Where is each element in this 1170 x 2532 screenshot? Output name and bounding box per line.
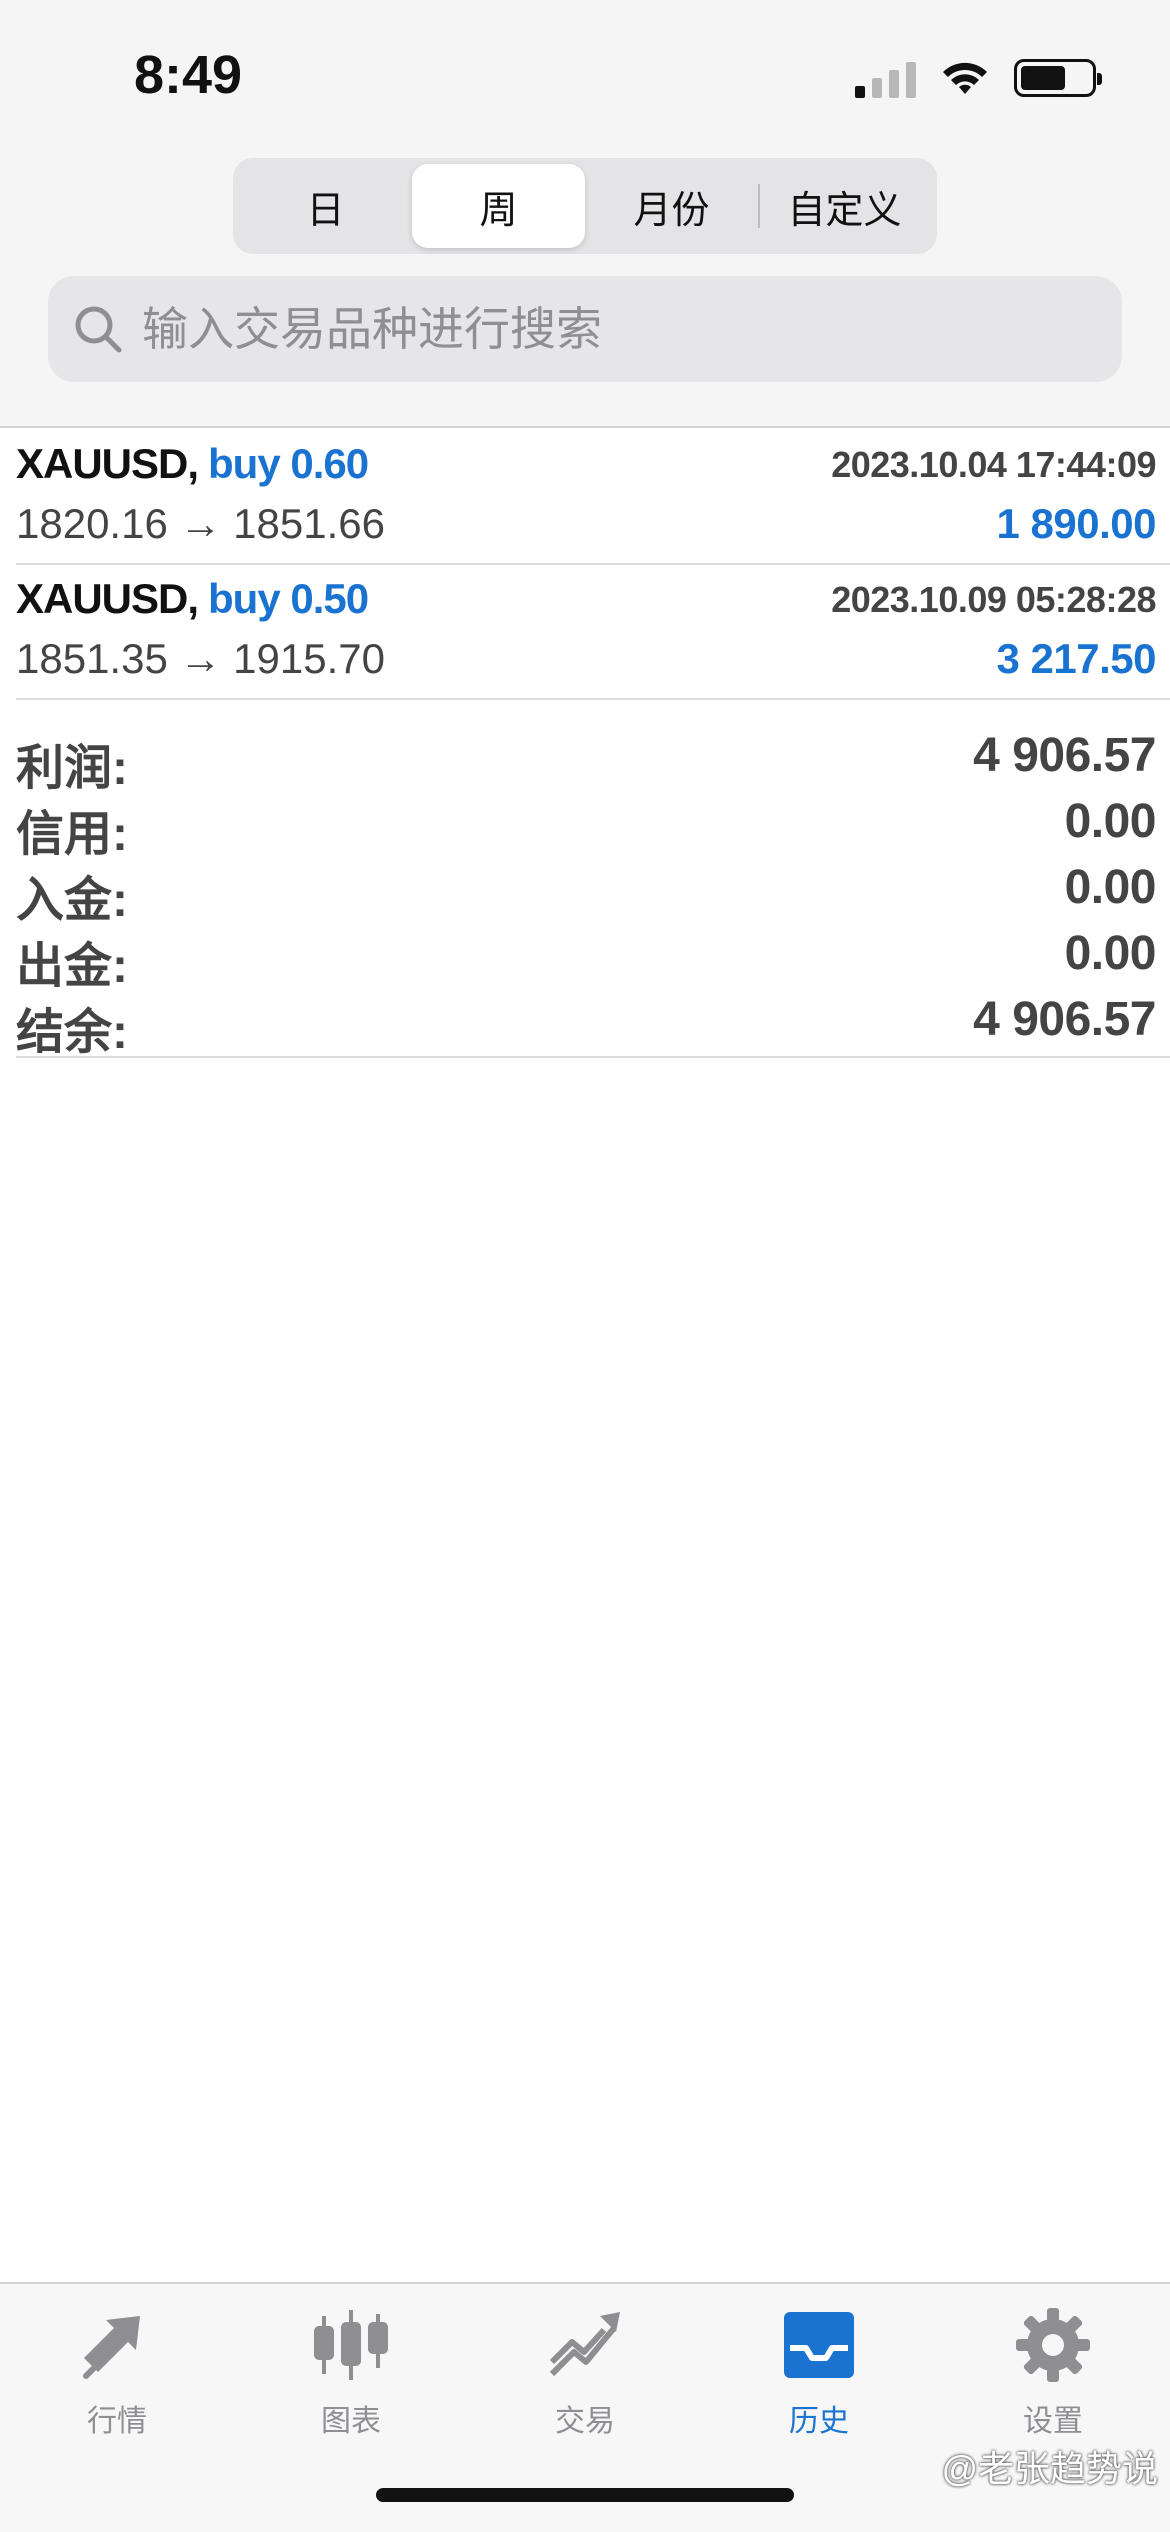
trade-chart-icon xyxy=(549,2312,620,2377)
home-indicator xyxy=(376,2488,794,2502)
search-bar xyxy=(48,276,1122,382)
period-segmented-control: 日 周 月份 自定义 xyxy=(233,158,937,254)
trade-profit: 3 217.50 xyxy=(996,635,1157,682)
tab-label: 交易 xyxy=(555,2405,615,2438)
summary-label: 结余: xyxy=(16,1006,128,1059)
candlestick-icon xyxy=(314,2310,388,2380)
trade-symbol-name: XAUUSD, xyxy=(16,575,199,622)
trade-prices: 1851.35 → 1915.70 xyxy=(16,635,385,682)
tab-settings[interactable]: 设置 xyxy=(936,2284,1170,2532)
tab-quotes[interactable]: 行情 xyxy=(0,2284,234,2532)
trade-symbol-name: XAUUSD, xyxy=(16,440,199,487)
battery-icon xyxy=(1014,59,1102,97)
trade-time: 2023.10.09 05:28:28 xyxy=(831,579,1156,620)
status-icons xyxy=(855,56,1102,100)
tab-label: 历史 xyxy=(789,2405,849,2438)
summary-value: 4 906.57 xyxy=(973,729,1156,782)
trade-side: buy 0.50 xyxy=(208,575,369,622)
tab-label: 设置 xyxy=(1023,2405,1083,2438)
trade-time: 2023.10.04 17:44:09 xyxy=(831,444,1156,485)
quotes-arrows-icon xyxy=(83,2316,140,2379)
summary-row-balance: 结余: 4 906.57 xyxy=(16,986,1170,1059)
trade-profit: 1 890.00 xyxy=(996,500,1157,547)
status-time: 8:49 xyxy=(134,45,243,105)
period-tab-custom[interactable]: 自定义 xyxy=(758,164,931,248)
summary-row-deposit: 入金: 0.00 xyxy=(16,854,1170,927)
trade-history-list: XAUUSD, buy 0.60 2023.10.04 17:44:09 1820… xyxy=(0,430,1170,700)
header-area: 8:49 日 周 月份 自定义 xyxy=(0,0,1170,428)
account-summary: 利润: 4 906.57 信用: 0.00 入金: 0.00 出金: 0.00 … xyxy=(16,714,1170,1059)
watermark: @老张趋势说 xyxy=(941,2448,1158,2489)
trade-symbol: XAUUSD, buy 0.60 xyxy=(16,440,369,488)
tab-label: 图表 xyxy=(321,2405,381,2438)
gear-icon xyxy=(1016,2308,1090,2382)
trade-prices: 1820.16 → 1851.66 xyxy=(16,500,385,547)
period-tab-month[interactable]: 月份 xyxy=(585,164,758,248)
summary-value: 0.00 xyxy=(1064,927,1157,980)
cellular-signal-icon xyxy=(855,58,916,98)
trade-symbol: XAUUSD, buy 0.50 xyxy=(16,575,369,623)
trade-row[interactable]: XAUUSD, buy 0.50 2023.10.09 05:28:28 1851… xyxy=(16,565,1170,700)
summary-row-profit: 利润: 4 906.57 xyxy=(16,722,1170,795)
summary-value: 4 906.57 xyxy=(973,993,1156,1046)
tab-label: 行情 xyxy=(87,2405,147,2438)
period-tab-day[interactable]: 日 xyxy=(239,164,412,248)
search-icon xyxy=(68,299,128,359)
period-tab-week[interactable]: 周 xyxy=(412,164,585,248)
search-input[interactable] xyxy=(142,302,1042,356)
trade-row[interactable]: XAUUSD, buy 0.60 2023.10.04 17:44:09 1820… xyxy=(16,430,1170,565)
summary-value: 0.00 xyxy=(1064,861,1157,914)
inbox-tray-icon xyxy=(784,2312,854,2378)
summary-row-credit: 信用: 0.00 xyxy=(16,788,1170,861)
summary-row-withdrawal: 出金: 0.00 xyxy=(16,920,1170,993)
trade-side: buy 0.60 xyxy=(208,440,369,487)
summary-value: 0.00 xyxy=(1064,795,1157,848)
wifi-icon xyxy=(943,62,987,94)
